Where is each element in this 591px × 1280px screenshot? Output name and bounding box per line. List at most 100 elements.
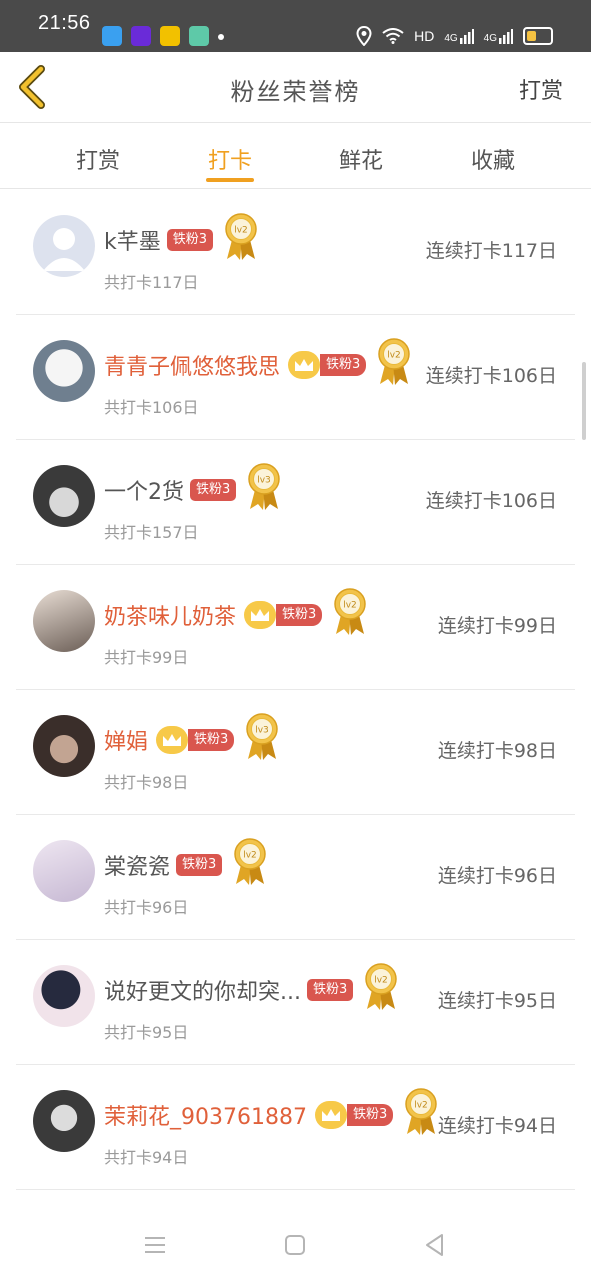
vip-crown-icon: [156, 726, 189, 754]
menu-icon[interactable]: [140, 1230, 170, 1260]
total-checkin-days: 共打卡96日: [104, 898, 189, 917]
fan-level-badge: 铁粉3: [176, 854, 223, 876]
avatar[interactable]: [33, 340, 95, 402]
total-checkin-days: 共打卡94日: [104, 1148, 189, 1167]
medal-level-label: lv2: [374, 976, 388, 986]
vip-crown-icon: [314, 1101, 347, 1129]
fan-name-line: 奶茶味儿奶茶 铁粉3 lv2: [104, 588, 368, 637]
avatar[interactable]: [33, 590, 95, 652]
fan-row[interactable]: 一个2货 铁粉3 lv3 共打卡157日 连续打卡106日: [0, 440, 591, 565]
avatar[interactable]: [33, 465, 95, 527]
home-icon[interactable]: [280, 1230, 310, 1260]
fan-row[interactable]: 茉莉花_903761887 铁粉3 lv2 共打卡94日 连续打卡94日: [0, 1065, 591, 1190]
scrollbar[interactable]: [582, 362, 586, 440]
fan-name-line: 棠瓷瓷 铁粉3 lv2: [104, 838, 268, 887]
avatar[interactable]: [33, 840, 95, 902]
avatar[interactable]: [33, 715, 95, 777]
signal-bars-icon: [459, 29, 474, 44]
location-icon: [356, 26, 372, 46]
status-indicators: HD 4G 4G: [356, 24, 553, 48]
active-tab-indicator: [206, 178, 254, 182]
tab-favorites[interactable]: 收藏: [448, 143, 538, 175]
tip-button[interactable]: 打赏: [519, 73, 563, 105]
video-app-icon: [131, 26, 151, 46]
total-checkin-days: 共打卡106日: [104, 398, 199, 417]
fan-name[interactable]: 茉莉花_903761887: [104, 1099, 307, 1131]
fan-name-line: 一个2货 铁粉3 lv3: [104, 463, 282, 512]
fan-row[interactable]: 棠瓷瓷 铁粉3 lv2 共打卡96日 连续打卡96日: [0, 815, 591, 940]
book-app-icon: [189, 26, 209, 46]
fan-name[interactable]: 青青子佩悠悠我思: [104, 349, 280, 381]
fan-name[interactable]: 婵娟: [104, 724, 148, 756]
medal-level-label: lv2: [344, 601, 358, 611]
avatar[interactable]: [33, 965, 95, 1027]
fan-name-line: 青青子佩悠悠我思 铁粉3 lv2: [104, 338, 412, 387]
app-header: 粉丝荣誉榜 打赏: [0, 52, 591, 123]
cell-signal-1: 4G: [444, 28, 474, 44]
cell-signal-2: 4G: [484, 28, 513, 44]
fan-row[interactable]: 青青子佩悠悠我思 铁粉3 lv2 共打卡106日 连续打卡106日: [0, 315, 591, 440]
fan-ranking-list: k芊墨 铁粉3 lv2 共打卡117日 连续打卡117日 青青子佩悠悠我思 铁粉3 lv2 共打…: [0, 190, 591, 1190]
fan-row[interactable]: k芊墨 铁粉3 lv2 共打卡117日 连续打卡117日: [0, 190, 591, 315]
avatar[interactable]: [33, 1090, 95, 1152]
level-medal-icon: lv2: [225, 213, 257, 260]
signal-bars-icon: [499, 29, 513, 44]
fan-name[interactable]: 说好更文的你却突...: [104, 974, 301, 1006]
fan-name-line: k芊墨 铁粉3 lv2: [104, 213, 259, 262]
hd-network-label: HD: [414, 28, 435, 44]
total-checkin-days: 共打卡99日: [104, 648, 189, 667]
fan-name-line: 婵娟 铁粉3 lv3: [104, 713, 280, 762]
fan-row[interactable]: 婵娟 铁粉3 lv3 共打卡98日 连续打卡98日: [0, 690, 591, 815]
fan-level-badge: 铁粉3: [346, 1104, 394, 1126]
qq-app-icon: [102, 26, 122, 46]
level-medal-icon: lv2: [334, 588, 367, 635]
level-medal-icon: lv2: [365, 963, 398, 1010]
streak-checkin-days: 连续打卡117日: [425, 240, 557, 262]
system-nav-bar: [0, 1210, 591, 1280]
fan-name[interactable]: 奶茶味儿奶茶: [104, 599, 236, 631]
wifi-icon: [382, 28, 404, 44]
vip-crown-icon: [244, 601, 277, 629]
tab-bar: 打赏 打卡 鲜花 收藏: [0, 123, 591, 189]
avatar[interactable]: [33, 215, 95, 277]
fan-row[interactable]: 说好更文的你却突... 铁粉3 lv2 共打卡95日 连续打卡95日: [0, 940, 591, 1065]
fan-level-badge: 铁粉3: [166, 229, 214, 251]
fan-name[interactable]: 一个2货: [104, 474, 184, 506]
fan-name-line: 茉莉花_903761887 铁粉3 lv2: [104, 1088, 439, 1137]
level-medal-icon: lv2: [378, 338, 411, 385]
streak-checkin-days: 连续打卡96日: [437, 865, 557, 887]
medal-level-label: lv3: [258, 476, 272, 486]
level-medal-icon: lv2: [405, 1088, 438, 1135]
total-checkin-days: 共打卡95日: [104, 1023, 189, 1042]
medal-level-label: lv3: [256, 726, 270, 736]
medal-level-label: lv2: [414, 1101, 428, 1111]
medal-level-label: lv2: [244, 851, 258, 861]
signal-2-label: 4G: [483, 33, 497, 44]
fan-level-badge: 铁粉3: [188, 729, 235, 751]
streak-checkin-days: 连续打卡106日: [425, 365, 557, 387]
level-medal-icon: lv2: [234, 838, 267, 885]
notification-dot-icon: [218, 34, 224, 40]
fan-name-line: 说好更文的你却突... 铁粉3 lv2: [104, 963, 399, 1012]
tab-checkin[interactable]: 打卡: [185, 143, 275, 175]
back-triangle-icon[interactable]: [420, 1230, 450, 1260]
fan-level-badge: 铁粉3: [320, 354, 367, 376]
fan-row[interactable]: 奶茶味儿奶茶 铁粉3 lv2 共打卡99日 连续打卡99日: [0, 565, 591, 690]
meituan-app-icon: [160, 26, 180, 46]
tab-tip[interactable]: 打赏: [53, 143, 143, 175]
status-bar: 21:56 HD 4G 4G: [0, 0, 591, 52]
total-checkin-days: 共打卡157日: [104, 523, 199, 542]
tab-flowers[interactable]: 鲜花: [316, 143, 406, 175]
total-checkin-days: 共打卡117日: [104, 273, 199, 292]
fan-name[interactable]: k芊墨: [104, 224, 161, 256]
level-medal-icon: lv3: [246, 713, 279, 760]
level-medal-icon: lv3: [248, 463, 281, 510]
medal-level-label: lv2: [234, 226, 248, 236]
medal-level-label: lv2: [388, 351, 402, 361]
fan-level-badge: 铁粉3: [276, 604, 323, 626]
signal-1-label: 4G: [444, 33, 458, 44]
total-checkin-days: 共打卡98日: [104, 773, 189, 792]
streak-checkin-days: 连续打卡106日: [425, 490, 557, 512]
status-time: 21:56: [38, 12, 91, 34]
fan-name[interactable]: 棠瓷瓷: [104, 849, 170, 881]
